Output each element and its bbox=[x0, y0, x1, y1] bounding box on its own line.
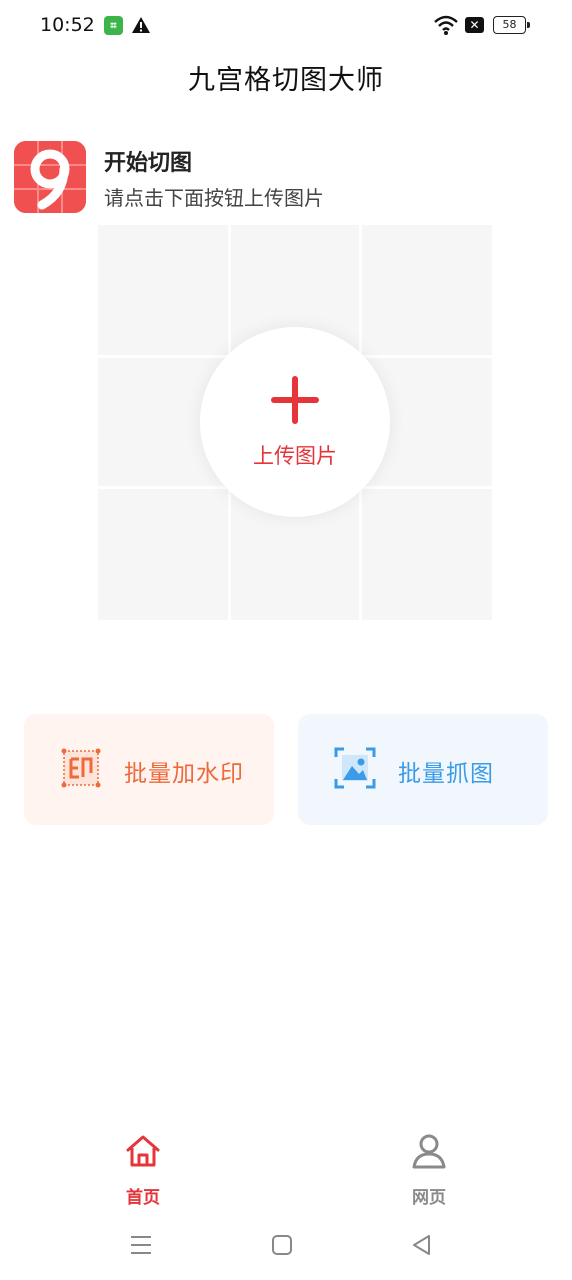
page-title: 九宫格切图大师 bbox=[188, 65, 384, 96]
batch-grab-label: 批量抓图 bbox=[398, 761, 494, 787]
grid-cell bbox=[362, 225, 492, 355]
batch-grab-button[interactable]: 批量抓图 bbox=[298, 714, 548, 825]
grid-cell bbox=[362, 489, 492, 620]
grid-cell bbox=[98, 225, 228, 355]
tab-home-label: 首页 bbox=[126, 1188, 160, 1208]
upload-image-button[interactable]: 上传图片 bbox=[200, 327, 390, 517]
status-bar: 10:52 ⌗ ✕ 58 bbox=[0, 0, 572, 52]
tab-web-label: 网页 bbox=[412, 1188, 446, 1208]
grid-cell bbox=[98, 489, 228, 620]
batch-watermark-label: 批量加水印 bbox=[124, 761, 244, 787]
status-time: 10:52 bbox=[40, 14, 95, 36]
nine-grid-logo-icon bbox=[14, 141, 86, 213]
home-square-icon[interactable] bbox=[268, 1231, 296, 1259]
batch-watermark-button[interactable]: 批量加水印 bbox=[24, 714, 274, 825]
back-triangle-icon[interactable] bbox=[408, 1231, 436, 1259]
battery-icon: 58 bbox=[493, 16, 530, 34]
no-sim-icon: ✕ bbox=[465, 17, 484, 33]
home-icon bbox=[126, 1135, 160, 1167]
warning-icon bbox=[132, 17, 150, 33]
user-icon bbox=[412, 1134, 446, 1169]
wifi-icon bbox=[434, 15, 458, 35]
image-capture-icon bbox=[334, 747, 376, 789]
upload-label: 上传图片 bbox=[253, 444, 337, 468]
tab-home[interactable]: 首页 bbox=[83, 1125, 203, 1210]
watermark-icon bbox=[61, 748, 101, 788]
plus-icon bbox=[271, 376, 319, 424]
intro-subtitle: 请点击下面按钮上传图片 bbox=[104, 186, 324, 210]
app-notification-icon: ⌗ bbox=[104, 16, 123, 35]
bottom-navigation: 首页 网页 bbox=[0, 1125, 572, 1215]
system-navigation-bar bbox=[0, 1225, 572, 1265]
intro-title: 开始切图 bbox=[104, 151, 193, 176]
tab-web[interactable]: 网页 bbox=[369, 1125, 489, 1210]
menu-icon[interactable] bbox=[127, 1231, 155, 1259]
